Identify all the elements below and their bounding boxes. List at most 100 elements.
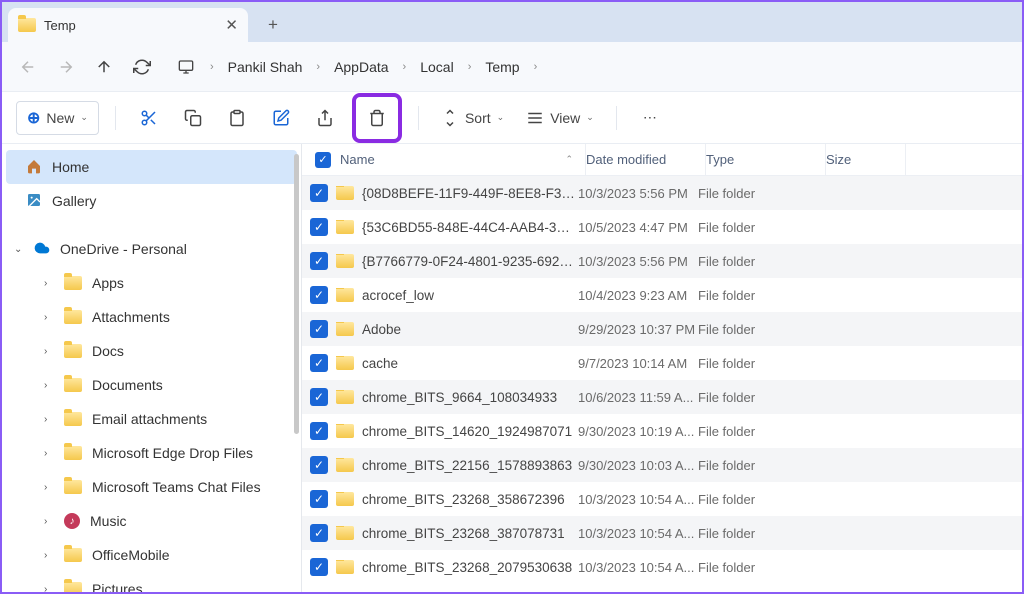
- scrollbar[interactable]: [294, 154, 299, 434]
- folder-icon: [64, 548, 82, 562]
- column-date[interactable]: Date modified: [586, 144, 706, 175]
- file-name-cell[interactable]: chrome_BITS_23268_358672396: [328, 492, 578, 507]
- select-all-checkbox[interactable]: ✓: [310, 152, 336, 168]
- close-icon[interactable]: ✕: [225, 16, 238, 34]
- file-name-cell[interactable]: acrocef_low: [328, 288, 578, 303]
- sidebar: Home Gallery ⌄ OneDrive - Personal ›Apps…: [2, 144, 302, 592]
- sidebar-item[interactable]: ›Attachments: [6, 300, 297, 334]
- sidebar-item[interactable]: ›Apps: [6, 266, 297, 300]
- file-date: 9/7/2023 10:14 AM: [578, 356, 698, 371]
- chevron-right-icon[interactable]: ›: [44, 414, 54, 425]
- row-checkbox[interactable]: ✓: [310, 286, 328, 304]
- table-row[interactable]: ✓{53C6BD55-848E-44C4-AAB4-3EC628...10/5/…: [302, 210, 1022, 244]
- paste-button[interactable]: [220, 101, 254, 135]
- row-checkbox[interactable]: ✓: [310, 320, 328, 338]
- row-checkbox[interactable]: ✓: [310, 558, 328, 576]
- file-name-cell[interactable]: {53C6BD55-848E-44C4-AAB4-3EC628...: [328, 220, 578, 235]
- more-button[interactable]: ⋯: [633, 101, 667, 135]
- chevron-right-icon[interactable]: ›: [44, 380, 54, 391]
- breadcrumb-item[interactable]: Local: [420, 59, 453, 75]
- sidebar-item[interactable]: ›Docs: [6, 334, 297, 368]
- new-tab-button[interactable]: +: [256, 8, 290, 42]
- chevron-right-icon[interactable]: ›: [44, 584, 54, 593]
- table-row[interactable]: ✓chrome_BITS_9664_10803493310/6/2023 11:…: [302, 380, 1022, 414]
- back-button[interactable]: [18, 57, 38, 77]
- column-name[interactable]: Name⌃: [336, 144, 586, 175]
- chevron-right-icon[interactable]: ›: [44, 550, 54, 561]
- row-checkbox[interactable]: ✓: [310, 354, 328, 372]
- chevron-right-icon[interactable]: ›: [44, 312, 54, 323]
- file-name-cell[interactable]: chrome_BITS_23268_387078731: [328, 526, 578, 541]
- row-checkbox[interactable]: ✓: [310, 388, 328, 406]
- refresh-button[interactable]: [132, 57, 152, 77]
- table-row[interactable]: ✓acrocef_low10/4/2023 9:23 AMFile folder: [302, 278, 1022, 312]
- sidebar-item-home[interactable]: Home: [6, 150, 297, 184]
- column-type[interactable]: Type: [706, 144, 826, 175]
- sidebar-item-onedrive[interactable]: ⌄ OneDrive - Personal: [6, 232, 297, 266]
- view-label: View: [550, 110, 580, 126]
- chevron-right-icon[interactable]: ›: [44, 482, 54, 493]
- view-button[interactable]: View ⌄: [520, 101, 600, 135]
- folder-icon: [64, 412, 82, 426]
- pc-icon[interactable]: [176, 57, 196, 77]
- sidebar-item[interactable]: › Microsoft Edge Drop Files: [6, 436, 297, 470]
- column-size[interactable]: Size: [826, 144, 906, 175]
- breadcrumb-item[interactable]: Pankil Shah: [228, 59, 303, 75]
- chevron-right-icon[interactable]: ›: [44, 448, 54, 459]
- file-name-cell[interactable]: chrome_BITS_23268_2079530638: [328, 560, 578, 575]
- chevron-right-icon[interactable]: ›: [44, 346, 54, 357]
- table-row[interactable]: ✓chrome_BITS_23268_35867239610/3/2023 10…: [302, 482, 1022, 516]
- body: Home Gallery ⌄ OneDrive - Personal ›Apps…: [2, 144, 1022, 592]
- chevron-right-icon[interactable]: ›: [44, 516, 54, 527]
- folder-icon: [336, 526, 354, 540]
- file-type: File folder: [698, 390, 818, 405]
- row-checkbox[interactable]: ✓: [310, 490, 328, 508]
- table-row[interactable]: ✓chrome_BITS_23268_38707873110/3/2023 10…: [302, 516, 1022, 550]
- cut-button[interactable]: [132, 101, 166, 135]
- row-checkbox[interactable]: ✓: [310, 184, 328, 202]
- table-row[interactable]: ✓chrome_BITS_14620_19249870719/30/2023 1…: [302, 414, 1022, 448]
- table-row[interactable]: ✓cache9/7/2023 10:14 AMFile folder: [302, 346, 1022, 380]
- row-checkbox[interactable]: ✓: [310, 456, 328, 474]
- sidebar-item[interactable]: ›OfficeMobile: [6, 538, 297, 572]
- table-row[interactable]: ✓{08D8BEFE-11F9-449F-8EE8-F3716E7C...10/…: [302, 176, 1022, 210]
- file-name-cell[interactable]: {B7766779-0F24-4801-9235-692F257F...: [328, 254, 578, 269]
- chevron-right-icon[interactable]: ›: [44, 278, 54, 289]
- new-button[interactable]: ⊕ New ⌄: [16, 101, 99, 135]
- sidebar-item[interactable]: ›Pictures: [6, 572, 297, 592]
- sidebar-item[interactable]: ›Microsoft Teams Chat Files: [6, 470, 297, 504]
- row-checkbox[interactable]: ✓: [310, 524, 328, 542]
- file-name: chrome_BITS_23268_358672396: [362, 492, 578, 507]
- sort-label: Sort: [465, 110, 491, 126]
- file-name-cell[interactable]: chrome_BITS_9664_108034933: [328, 390, 578, 405]
- sidebar-item[interactable]: ›♪Music: [6, 504, 297, 538]
- file-name-cell[interactable]: {08D8BEFE-11F9-449F-8EE8-F3716E7C...: [328, 186, 578, 201]
- row-checkbox[interactable]: ✓: [310, 252, 328, 270]
- folder-icon: [64, 310, 82, 324]
- row-checkbox[interactable]: ✓: [310, 218, 328, 236]
- file-name-cell[interactable]: chrome_BITS_22156_1578893863: [328, 458, 578, 473]
- sidebar-item-gallery[interactable]: Gallery: [6, 184, 297, 218]
- copy-button[interactable]: [176, 101, 210, 135]
- file-name-cell[interactable]: Adobe: [328, 322, 578, 337]
- table-row[interactable]: ✓{B7766779-0F24-4801-9235-692F257F...10/…: [302, 244, 1022, 278]
- breadcrumb-item[interactable]: AppData: [334, 59, 388, 75]
- table-row[interactable]: ✓chrome_BITS_22156_15788938639/30/2023 1…: [302, 448, 1022, 482]
- chevron-down-icon[interactable]: ⌄: [14, 244, 24, 255]
- breadcrumb-item[interactable]: Temp: [485, 59, 519, 75]
- sort-button[interactable]: Sort ⌄: [435, 101, 510, 135]
- table-row[interactable]: ✓Adobe9/29/2023 10:37 PMFile folder: [302, 312, 1022, 346]
- sidebar-label: Microsoft Edge Drop Files: [92, 445, 253, 461]
- file-name-cell[interactable]: cache: [328, 356, 578, 371]
- table-row[interactable]: ✓chrome_BITS_23268_207953063810/3/2023 1…: [302, 550, 1022, 584]
- sidebar-item[interactable]: ›Documents: [6, 368, 297, 402]
- share-button[interactable]: [308, 101, 342, 135]
- file-name-cell[interactable]: chrome_BITS_14620_1924987071: [328, 424, 578, 439]
- up-button[interactable]: [94, 57, 114, 77]
- sidebar-item[interactable]: ›Email attachments: [6, 402, 297, 436]
- tab[interactable]: Temp ✕: [8, 8, 248, 42]
- rename-button[interactable]: [264, 101, 298, 135]
- row-checkbox[interactable]: ✓: [310, 422, 328, 440]
- delete-button[interactable]: [360, 101, 394, 135]
- forward-button[interactable]: [56, 57, 76, 77]
